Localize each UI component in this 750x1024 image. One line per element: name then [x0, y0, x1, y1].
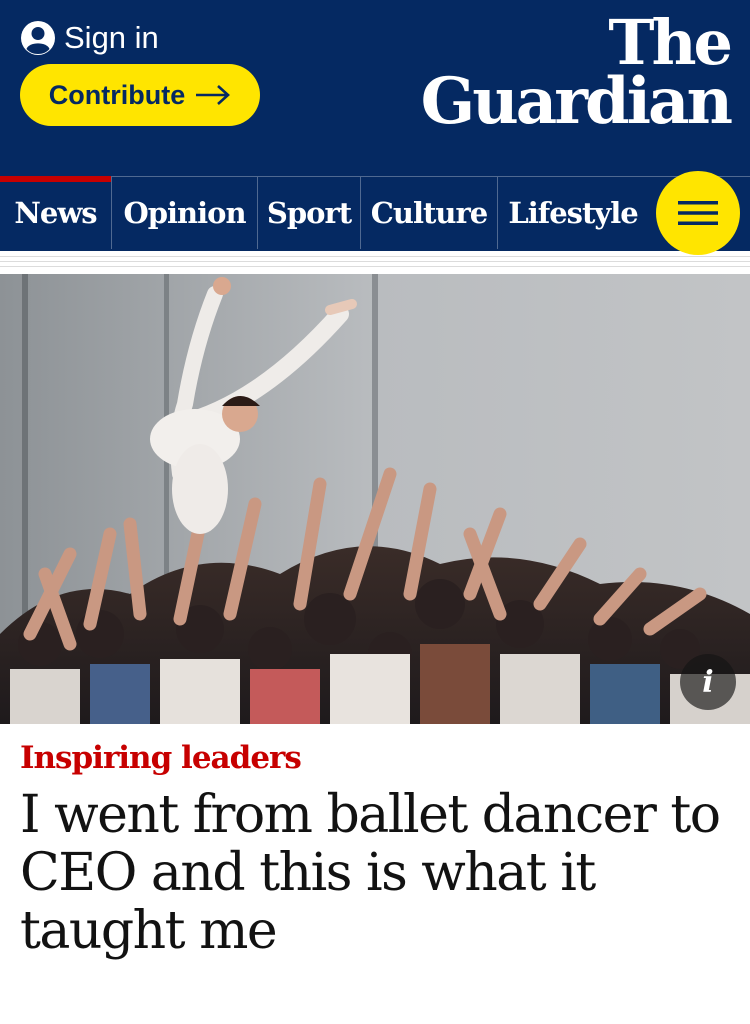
site-header: Sign in Contribute The Guardian: [0, 0, 750, 176]
divider: [0, 256, 750, 257]
nav-item-sport[interactable]: Sport: [258, 177, 361, 249]
sign-in-label: Sign in: [64, 20, 159, 55]
article-headline[interactable]: I went from ballet dancer to CEO and thi…: [20, 786, 735, 960]
logo-line-2: Guardian: [420, 63, 733, 139]
nav-item-lifestyle[interactable]: Lifestyle: [498, 177, 648, 249]
user-icon: [21, 21, 55, 55]
contribute-button[interactable]: Contribute: [20, 64, 260, 126]
arrow-right-icon: [196, 85, 231, 105]
nav-item-label: Culture: [370, 196, 488, 230]
menu-button[interactable]: [656, 171, 740, 255]
divider: [0, 266, 750, 267]
logo-line-1: The: [608, 6, 733, 79]
nav-item-label: News: [14, 196, 97, 230]
sign-in-link[interactable]: Sign in: [20, 16, 159, 60]
nav-item-opinion[interactable]: Opinion: [112, 177, 258, 249]
article-kicker[interactable]: Inspiring leaders: [20, 740, 302, 776]
hamburger-icon: [678, 201, 718, 225]
hero-image: [0, 274, 750, 724]
nav-item-culture[interactable]: Culture: [361, 177, 498, 249]
nav-item-label: Sport: [266, 196, 352, 230]
image-info-button[interactable]: i: [680, 654, 736, 710]
divider: [0, 261, 750, 262]
nav-item-label: Lifestyle: [508, 196, 638, 230]
main-nav: News Opinion Sport Culture Lifestyle: [0, 171, 750, 255]
nav-item-label: Opinion: [123, 196, 246, 230]
guardian-logo[interactable]: The Guardian: [420, 6, 733, 139]
nav-item-news[interactable]: News: [0, 176, 112, 249]
contribute-label: Contribute: [48, 79, 186, 110]
